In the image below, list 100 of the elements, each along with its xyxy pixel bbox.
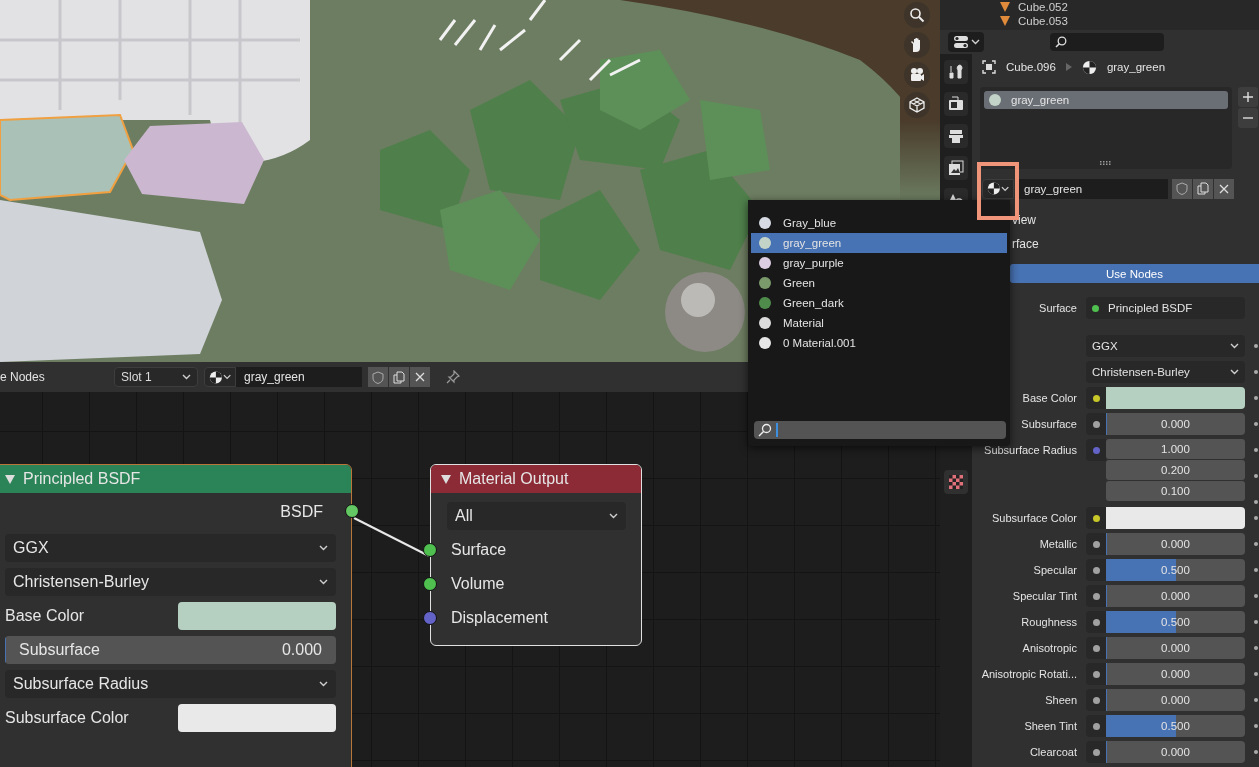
camera-icon[interactable] (909, 67, 925, 83)
material-browse-button[interactable] (204, 367, 236, 387)
color-swatch[interactable] (1106, 387, 1245, 409)
keyframe-dot[interactable] (1254, 750, 1258, 754)
use-nodes-button[interactable]: Use Nodes (1010, 264, 1259, 283)
fake-user-button[interactable] (1172, 178, 1192, 199)
node-dropdown[interactable]: Christensen-Burley (5, 568, 336, 596)
input-socket[interactable] (423, 577, 437, 591)
dropdown[interactable]: GGX (1086, 335, 1245, 357)
output-socket[interactable] (345, 504, 359, 518)
search-field[interactable] (1050, 33, 1164, 51)
socket-button[interactable] (1086, 741, 1106, 763)
keyframe-dot[interactable] (1254, 500, 1258, 504)
socket-button[interactable] (1086, 585, 1106, 607)
value-field[interactable]: 0.200 (1106, 460, 1245, 480)
checker-icon[interactable] (948, 474, 964, 490)
socket-button[interactable] (1086, 715, 1106, 737)
keyframe-dot[interactable] (1254, 344, 1258, 348)
image-stack-icon[interactable] (948, 160, 964, 176)
menu-item[interactable]: 0 Material.001 (751, 333, 1007, 353)
outliner-item[interactable]: Cube.053 (1018, 14, 1068, 28)
output-node[interactable]: Material Output All Surface Volume Displacement (430, 464, 642, 646)
remove-slot-button[interactable] (1238, 107, 1258, 128)
value-slider[interactable]: 0.000 (1106, 413, 1245, 435)
keyframe-dot[interactable] (1254, 698, 1258, 702)
material-name-field[interactable]: gray_green (1018, 178, 1168, 199)
keyframe-dot[interactable] (1254, 646, 1258, 650)
keyframe-dot[interactable] (1254, 474, 1258, 478)
menu-item[interactable]: Green_dark (751, 293, 1007, 313)
editor-mode-label[interactable]: e Nodes (0, 370, 108, 384)
collapse-triangle-icon[interactable] (441, 474, 451, 484)
node-value-slider[interactable]: Subsurface 0.000 (5, 636, 336, 664)
add-slot-button[interactable] (1238, 86, 1258, 107)
node-header[interactable]: Principled BSDF (0, 465, 351, 493)
color-swatch[interactable] (178, 704, 336, 732)
material-slot-item[interactable]: gray_green (984, 90, 1228, 109)
menu-item[interactable]: gray_green (751, 233, 1007, 253)
socket-button[interactable] (1086, 559, 1106, 581)
value-slider[interactable]: 0.000 (1106, 637, 1245, 659)
panel-header[interactable]: rface (1012, 237, 1039, 252)
node-dropdown[interactable]: GGX (5, 534, 336, 562)
menu-item[interactable]: Green (751, 273, 1007, 293)
color-swatch[interactable] (178, 602, 336, 630)
keyframe-dot[interactable] (1254, 396, 1258, 400)
keyframe-dot[interactable] (1254, 672, 1258, 676)
socket-button[interactable] (1086, 637, 1106, 659)
value-slider[interactable]: 0.000 (1106, 689, 1245, 711)
material-browse-button[interactable] (982, 178, 1014, 199)
duplicate-button[interactable] (389, 367, 409, 387)
shader-link-field[interactable]: Principled BSDF (1086, 297, 1245, 319)
socket-button[interactable] (1086, 689, 1106, 711)
value-slider[interactable]: 0.000 (1106, 663, 1245, 685)
shader-node[interactable]: Principled BSDF BSDF GGX Christensen-Burley Base Color Subsurface 0.000 Subsurface Radius Subsurface Color (0, 464, 352, 767)
slot-dropdown[interactable]: Slot 1 (114, 367, 198, 387)
socket-button[interactable] (1086, 533, 1106, 555)
material-name-field[interactable]: gray_green (236, 367, 362, 387)
resize-grip-icon[interactable] (1100, 160, 1112, 165)
node-dropdown[interactable]: All (447, 502, 626, 530)
menu-search-field[interactable] (754, 421, 1006, 439)
unlink-button[interactable] (410, 367, 430, 387)
value-slider[interactable]: 0.000 (1106, 533, 1245, 555)
menu-item[interactable]: Gray_blue (751, 213, 1007, 233)
menu-item[interactable]: Material (751, 313, 1007, 333)
render-icon[interactable] (948, 96, 964, 112)
keyframe-dot[interactable] (1254, 594, 1258, 598)
tool-icon[interactable] (948, 64, 964, 80)
node-header[interactable]: Material Output (431, 465, 641, 493)
value-field[interactable]: 0.100 (1106, 481, 1245, 501)
printer-icon[interactable] (948, 128, 964, 144)
keyframe-dot[interactable] (1254, 542, 1258, 546)
input-socket[interactable] (423, 543, 437, 557)
collapse-triangle-icon[interactable] (5, 474, 15, 484)
socket-button[interactable] (1086, 507, 1106, 529)
editor-type-button[interactable] (948, 32, 984, 52)
zoom-icon[interactable] (909, 7, 925, 23)
unlink-button[interactable] (1214, 178, 1234, 199)
pin-icon[interactable] (446, 370, 460, 384)
dropdown[interactable]: Christensen-Burley (1086, 361, 1245, 383)
value-slider[interactable]: 0.000 (1106, 741, 1245, 763)
value-field[interactable]: 1.000 (1106, 439, 1245, 459)
color-swatch[interactable] (1106, 507, 1245, 529)
node-dropdown[interactable]: Subsurface Radius (5, 670, 336, 698)
socket-button[interactable] (1086, 663, 1106, 685)
keyframe-dot[interactable] (1254, 370, 1258, 374)
keyframe-dot[interactable] (1254, 724, 1258, 728)
keyframe-dot[interactable] (1254, 516, 1258, 520)
keyframe-dot[interactable] (1254, 422, 1258, 426)
keyframe-dot[interactable] (1254, 568, 1258, 572)
keyframe-dot[interactable] (1254, 448, 1258, 452)
input-socket[interactable] (423, 611, 437, 625)
duplicate-button[interactable] (1193, 178, 1213, 199)
fake-user-button[interactable] (368, 367, 388, 387)
value-slider[interactable]: 0.000 (1106, 585, 1245, 607)
grid-icon[interactable] (909, 97, 925, 113)
socket-button[interactable] (1086, 413, 1106, 435)
socket-button[interactable] (1086, 387, 1106, 409)
socket-button[interactable] (1086, 611, 1106, 633)
menu-item[interactable]: gray_purple (751, 253, 1007, 273)
outliner-item[interactable]: Cube.052 (1018, 0, 1068, 14)
keyframe-dot[interactable] (1254, 620, 1258, 624)
